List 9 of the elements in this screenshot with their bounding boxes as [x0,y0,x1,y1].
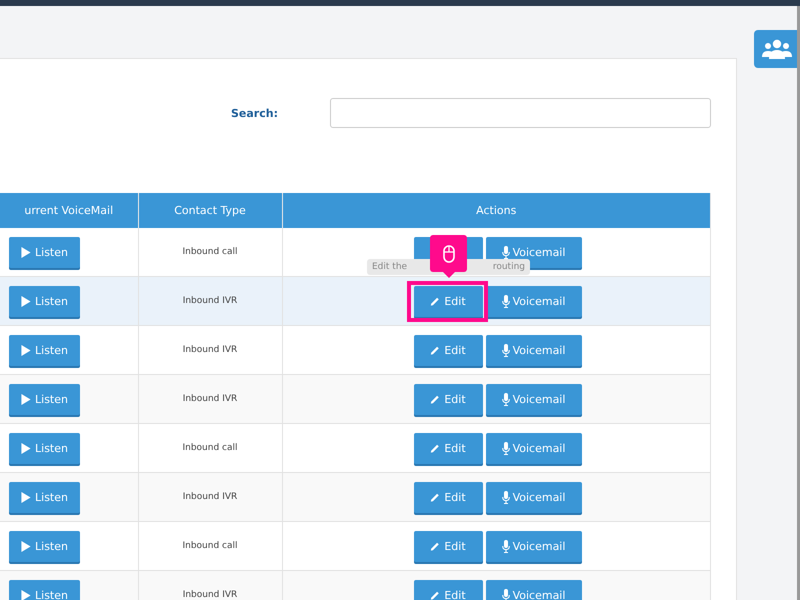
column-header: Contact Type [138,193,282,228]
table-cell: Inbound IVR [138,374,282,424]
column-header: Actions [282,193,710,228]
table-cell: Inbound IVR [138,570,282,600]
tooltip-text: Edit the [372,262,408,272]
search-label: Search: [231,106,279,120]
table-cell: Inbound IVR [138,276,282,326]
column-header: urrent VoiceMail [0,193,138,228]
table-cell: Inbound IVR [138,472,282,522]
